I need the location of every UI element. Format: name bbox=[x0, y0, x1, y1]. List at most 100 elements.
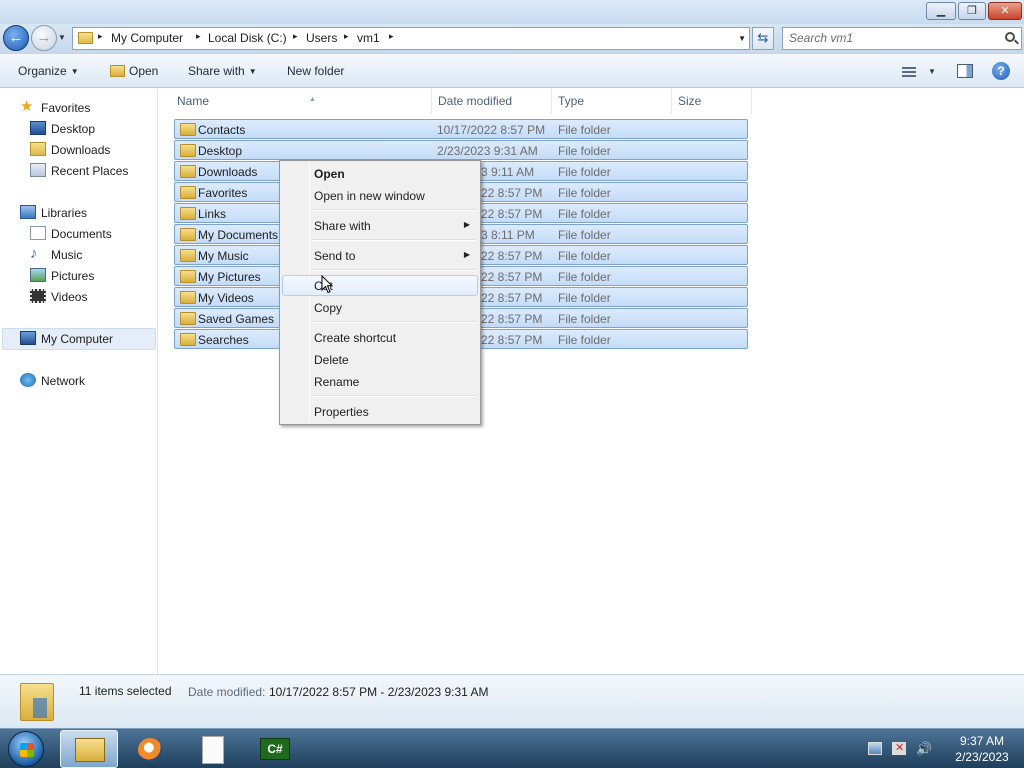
context-menu: Open Open in new window Share with ▶ Send… bbox=[279, 160, 481, 425]
menu-item-properties[interactable]: Properties bbox=[282, 401, 478, 422]
open-button[interactable]: Open bbox=[129, 64, 158, 78]
refresh-button[interactable]: ⇆ bbox=[752, 27, 774, 50]
address-bar[interactable]: ▸ My Computer ▸ Local Disk (C:) ▸ Users … bbox=[72, 27, 750, 50]
breadcrumb-separator[interactable]: ▸ bbox=[344, 31, 349, 42]
volume-icon[interactable]: 🔊 bbox=[916, 742, 932, 755]
breadcrumb-separator[interactable]: ▸ bbox=[196, 31, 201, 42]
taskbar-notepad-button[interactable] bbox=[184, 730, 242, 768]
new-folder-button[interactable]: New folder bbox=[287, 64, 344, 78]
chevron-down-icon: ▼ bbox=[248, 67, 257, 76]
music-icon: ♪ bbox=[30, 245, 38, 262]
column-header-name[interactable]: Name ▲ bbox=[171, 88, 432, 114]
preview-pane-icon[interactable] bbox=[957, 64, 973, 78]
restore-icon: ❐ bbox=[967, 5, 977, 17]
menu-item-copy[interactable]: Copy bbox=[282, 297, 478, 318]
file-name: My Music bbox=[198, 249, 249, 263]
sidebar-item-label: My Computer bbox=[41, 332, 114, 346]
submenu-arrow-icon: ▶ bbox=[463, 250, 470, 259]
breadcrumb-my-computer[interactable]: My Computer bbox=[111, 31, 183, 45]
folder-icon bbox=[78, 32, 93, 44]
menu-item-label: Open in new window bbox=[314, 189, 425, 203]
csharp-icon: C# bbox=[260, 738, 290, 760]
file-date: 3 9:11 AM bbox=[481, 165, 535, 179]
help-icon[interactable]: ? bbox=[992, 62, 1010, 80]
close-button[interactable]: ✕ bbox=[988, 2, 1022, 20]
menu-item-label: Open bbox=[314, 167, 345, 181]
breadcrumb-separator[interactable]: ▸ bbox=[389, 31, 394, 42]
start-button[interactable] bbox=[8, 731, 44, 767]
notepad-icon bbox=[202, 736, 224, 764]
file-date: 10/17/2022 8:57 PM bbox=[437, 123, 546, 137]
menu-item-label: Rename bbox=[314, 375, 360, 389]
taskbar-explorer-button[interactable] bbox=[60, 730, 118, 768]
breadcrumb-separator[interactable]: ▸ bbox=[98, 31, 103, 42]
file-date: 3 8:11 PM bbox=[481, 228, 535, 242]
address-dropdown-icon[interactable]: ▼ bbox=[738, 34, 746, 43]
organize-button[interactable]: Organize ▼ bbox=[18, 64, 79, 78]
column-header-label: Name bbox=[177, 94, 210, 108]
network-disconnected-icon[interactable] bbox=[892, 741, 906, 755]
file-type: File folder bbox=[558, 291, 611, 305]
breadcrumb-separator[interactable]: ▸ bbox=[293, 31, 298, 42]
column-header-type[interactable]: Type bbox=[552, 88, 672, 114]
organize-label: Organize bbox=[18, 64, 67, 78]
menu-item-rename[interactable]: Rename bbox=[282, 371, 478, 392]
menu-item-create-shortcut[interactable]: Create shortcut bbox=[282, 327, 478, 348]
search-icon[interactable] bbox=[1005, 32, 1015, 42]
minimize-icon: ▁ bbox=[936, 5, 946, 17]
folder-icon bbox=[180, 291, 196, 304]
sidebar-item-label: Music bbox=[51, 248, 83, 262]
taskbar-csharp-button[interactable]: C# bbox=[246, 730, 304, 768]
file-row-desktop[interactable]: Desktop 2/23/2023 9:31 AM File folder bbox=[174, 140, 748, 160]
file-date: 22 8:57 PM bbox=[481, 333, 543, 347]
menu-separator bbox=[312, 239, 476, 241]
menu-item-send-to[interactable]: Send to ▶ bbox=[282, 245, 478, 266]
menu-item-open[interactable]: Open bbox=[282, 163, 478, 184]
share-with-button[interactable]: Share with ▼ bbox=[188, 64, 257, 78]
sidebar-item-label: Videos bbox=[51, 290, 88, 304]
network-icon bbox=[20, 373, 36, 387]
search-input[interactable] bbox=[789, 31, 999, 45]
menu-item-share-with[interactable]: Share with ▶ bbox=[282, 215, 478, 236]
chevron-down-icon: ▼ bbox=[70, 67, 79, 76]
maximize-button[interactable]: ❐ bbox=[958, 2, 986, 20]
recent-pages-dropdown[interactable]: ▼ bbox=[58, 33, 66, 42]
taskbar-media-player-button[interactable] bbox=[122, 730, 180, 768]
forward-button[interactable]: → bbox=[31, 25, 57, 51]
menu-item-cut[interactable]: Cut bbox=[282, 275, 478, 296]
menu-item-label: Copy bbox=[314, 301, 343, 315]
file-name: Favorites bbox=[198, 186, 248, 200]
breadcrumb-local-disk[interactable]: Local Disk (C:) bbox=[208, 31, 287, 45]
search-box[interactable] bbox=[782, 27, 1022, 50]
column-header-date-modified[interactable]: Date modified bbox=[432, 88, 552, 114]
submenu-arrow-icon: ▶ bbox=[463, 220, 470, 229]
file-date: 22 8:57 PM bbox=[481, 312, 543, 326]
minimize-button[interactable]: ▁ bbox=[926, 2, 956, 20]
file-type: File folder bbox=[558, 207, 611, 221]
file-name: Contacts bbox=[198, 123, 246, 137]
views-dropdown-icon[interactable]: ▼ bbox=[928, 67, 936, 76]
action-center-icon[interactable] bbox=[868, 742, 882, 755]
folder-icon bbox=[180, 270, 196, 283]
videos-icon bbox=[30, 289, 46, 303]
file-row-contacts[interactable]: Contacts 10/17/2022 8:57 PM File folder bbox=[174, 119, 748, 139]
views-icon[interactable] bbox=[902, 67, 916, 77]
clock-date[interactable]: 2/23/2023 bbox=[946, 750, 1018, 764]
file-type: File folder bbox=[558, 228, 611, 242]
file-date: 22 8:57 PM bbox=[481, 291, 543, 305]
menu-item-label: Delete bbox=[314, 353, 349, 367]
menu-item-open-new-window[interactable]: Open in new window bbox=[282, 185, 478, 206]
file-name: My Videos bbox=[198, 291, 254, 305]
breadcrumb-vm1[interactable]: vm1 bbox=[357, 31, 380, 45]
sidebar-item-label: Libraries bbox=[41, 206, 88, 220]
column-header-size[interactable]: Size bbox=[672, 88, 752, 114]
breadcrumb-users[interactable]: Users bbox=[306, 31, 337, 45]
folder-icon bbox=[180, 186, 196, 199]
back-button[interactable]: ← bbox=[3, 25, 29, 51]
sidebar-item-label: Documents bbox=[51, 227, 112, 241]
file-type: File folder bbox=[558, 165, 611, 179]
menu-item-delete[interactable]: Delete bbox=[282, 349, 478, 370]
sidebar-item-label: Recent Places bbox=[51, 164, 129, 178]
clock-time[interactable]: 9:37 AM bbox=[952, 734, 1012, 748]
file-date: 2/23/2023 9:31 AM bbox=[437, 144, 538, 158]
